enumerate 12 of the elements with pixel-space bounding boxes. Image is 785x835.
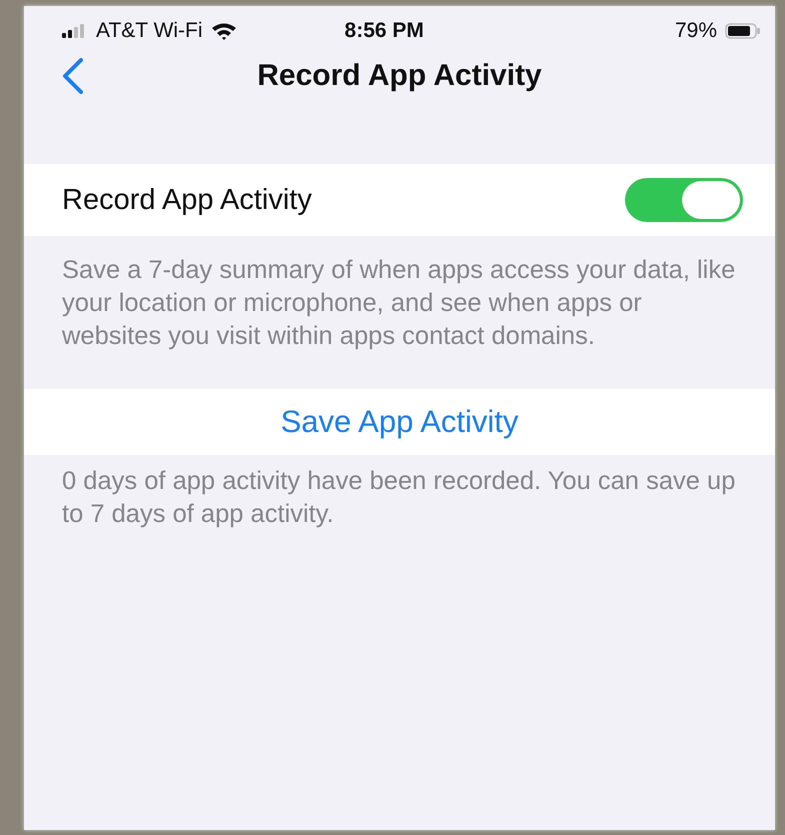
activity-note: 0 days of app activity have been recorded. You can save up to 7 days of app activity. <box>61 466 736 530</box>
save-activity-button[interactable]: Save App Activity <box>24 389 775 455</box>
setting-description: Save a 7-day summary of when apps access your data, like your location or microphone, and see when apps or websites you visit within apps contact domains. <box>61 255 736 352</box>
battery-percent: 79% <box>674 19 717 43</box>
wifi-icon <box>210 22 237 40</box>
screen-title: Record App Activity <box>257 59 542 93</box>
back-button[interactable] <box>60 56 86 96</box>
carrier-name: AT&T Wi-Fi <box>96 19 203 43</box>
toggle-switch[interactable] <box>625 178 743 222</box>
setting-label: Record App Activity <box>62 184 312 216</box>
battery-icon <box>725 23 761 39</box>
clock-time: 8:56 PM <box>344 19 424 43</box>
